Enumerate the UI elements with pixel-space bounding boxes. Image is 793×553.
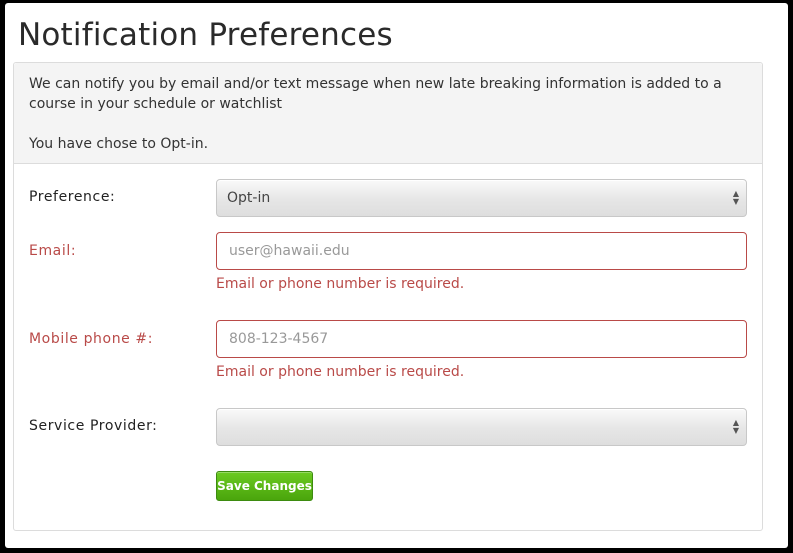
page-title: Notification Preferences [18,17,393,53]
email-label: Email: [29,243,77,259]
save-changes-button[interactable]: Save Changes [216,471,313,501]
mobile-phone-field[interactable] [216,320,747,358]
up-down-arrows-icon: ▲ ▼ [732,189,740,206]
preferences-panel: We can notify you by email and/or text m… [13,62,763,531]
email-error-message: Email or phone number is required. [216,276,465,292]
service-provider-label: Service Provider: [29,418,158,434]
optin-status-text: You have chose to Opt-in. [29,136,209,152]
service-provider-select[interactable]: ▲ ▼ [216,408,747,446]
preference-select[interactable]: Opt-in ▲ ▼ [216,179,747,217]
intro-text: We can notify you by email and/or text m… [29,76,722,112]
mobile-phone-label: Mobile phone #: [29,331,154,347]
email-field[interactable] [216,232,747,270]
notification-preferences-window: Notification Preferences We can notify y… [5,3,788,548]
up-down-arrows-icon: ▲ ▼ [732,418,740,435]
preference-label: Preference: [29,189,116,205]
preference-select-value: Opt-in [227,190,271,206]
panel-header: We can notify you by email and/or text m… [14,63,762,164]
mobile-phone-error-message: Email or phone number is required. [216,364,465,380]
